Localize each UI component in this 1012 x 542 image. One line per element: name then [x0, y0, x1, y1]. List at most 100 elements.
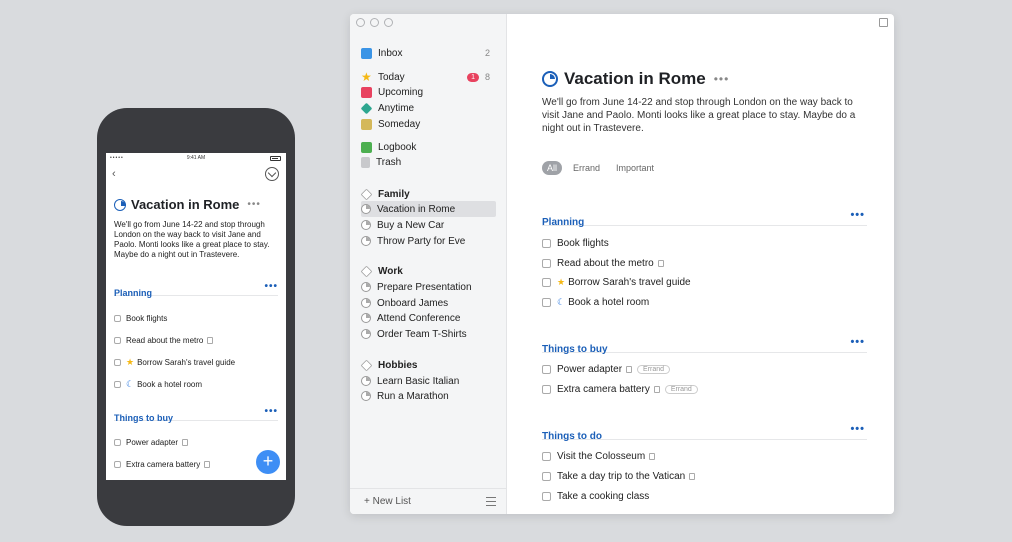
section-heading[interactable]: Planning [542, 217, 584, 228]
inbox-icon [361, 47, 372, 59]
new-list-button[interactable]: + New List [364, 496, 411, 507]
checkbox[interactable] [542, 259, 551, 268]
task-row[interactable]: Book flights [542, 238, 609, 249]
sidebar-project-order-team-t-shirts[interactable]: Order Team T-Shirts [361, 326, 496, 342]
checkbox[interactable] [114, 381, 121, 388]
sidebar-project-onboard-james[interactable]: Onboard James [361, 295, 496, 311]
note-icon [653, 386, 660, 393]
phone-task-row[interactable]: Read about the metro [114, 336, 214, 345]
back-chevron-icon[interactable]: ‹ [112, 168, 116, 180]
phone-task-row[interactable]: ★ Borrow Sarah's travel guide [114, 357, 235, 368]
checkbox[interactable] [542, 492, 551, 501]
settings-sliders-icon[interactable] [486, 497, 496, 506]
task-title: Borrow Sarah's travel guide [137, 358, 236, 367]
tag-filter-errand[interactable]: Errand [568, 161, 605, 175]
tag-filter-all[interactable]: All [542, 161, 563, 175]
checkbox[interactable] [542, 452, 551, 461]
add-task-button[interactable]: + [256, 450, 280, 474]
sidebar-item-upcoming[interactable]: Upcoming [361, 84, 496, 100]
sidebar-project-prepare-presentation[interactable]: Prepare Presentation [361, 279, 496, 295]
task-title: Read about the metro [126, 336, 204, 345]
checkbox[interactable] [542, 365, 551, 374]
phone-project-notes[interactable]: We'll go from June 14-22 and stop throug… [114, 220, 284, 260]
sidebar-project-attend-conference[interactable]: Attend Conference [361, 310, 496, 326]
section-heading[interactable]: Things to do [542, 431, 602, 442]
zoom-window-button[interactable] [384, 18, 393, 27]
task-title: Read about the metro [557, 258, 654, 269]
section-more-button[interactable]: ••• [264, 281, 278, 292]
checkbox[interactable] [114, 337, 121, 344]
project-label: Buy a New Car [377, 219, 445, 231]
sidebar-item-today[interactable]: ★ Today 1 8 [361, 69, 496, 85]
checkbox[interactable] [542, 472, 551, 481]
task-row[interactable]: ☾ Book a hotel room [542, 297, 649, 308]
checkbox[interactable] [114, 461, 121, 468]
sidebar-footer: + New List [350, 488, 506, 514]
phone-task-row[interactable]: Book flights [114, 314, 167, 323]
status-bar: ••••• 9:41 AM [106, 153, 286, 163]
task-row[interactable]: Power adapter Errand [542, 364, 671, 375]
sidebar-project-vacation-in-rome[interactable]: Vacation in Rome [361, 201, 496, 217]
sidebar-item-inbox[interactable]: Inbox 2 [361, 45, 496, 61]
duplicate-window-icon[interactable] [879, 18, 888, 27]
checkbox[interactable] [542, 278, 551, 287]
section-heading[interactable]: Things to buy [114, 413, 173, 423]
task-row[interactable]: Take a cooking class [542, 491, 649, 502]
phone-task-row[interactable]: Extra camera battery [114, 460, 211, 469]
area-cube-icon [360, 265, 373, 277]
phone-project-title[interactable]: Vacation in Rome [131, 197, 239, 212]
sidebar-project-learn-basic-italian[interactable]: Learn Basic Italian [361, 373, 496, 389]
phone-section-planning: Planning ••• [114, 281, 278, 298]
sidebar-item-trash[interactable]: Trash [361, 154, 496, 170]
sidebar-item-anytime[interactable]: Anytime [360, 100, 496, 116]
task-row[interactable]: Read about the metro [542, 258, 664, 269]
moon-icon: ☾ [557, 297, 566, 307]
sidebar-project-buy-a-new-car[interactable]: Buy a New Car [361, 217, 496, 233]
checkbox[interactable] [542, 385, 551, 394]
sidebar-item-logbook[interactable]: Logbook [361, 139, 496, 155]
sidebar-project-run-a-marathon[interactable]: Run a Marathon [361, 388, 496, 404]
sidebar-area-family[interactable]: Family [360, 186, 496, 202]
sidebar-area-hobbies[interactable]: Hobbies [360, 357, 496, 373]
more-chevron-icon[interactable] [265, 167, 279, 181]
section-more-button[interactable]: ••• [264, 406, 278, 417]
star-icon: ★ [126, 357, 135, 367]
project-title[interactable]: Vacation in Rome [564, 69, 706, 89]
phone-task-row[interactable]: ☾ Book a hotel room [114, 379, 202, 390]
task-tag-errand[interactable]: Errand [637, 365, 671, 374]
tag-filter-important[interactable]: Important [611, 161, 659, 175]
note-icon [626, 366, 633, 373]
checkbox[interactable] [542, 239, 551, 248]
project-notes[interactable]: We'll go from June 14-22 and stop throug… [542, 96, 862, 135]
task-title: Extra camera battery [557, 384, 650, 395]
section-heading[interactable]: Things to buy [542, 344, 608, 355]
sidebar-item-label: Someday [378, 118, 421, 130]
task-tag-errand[interactable]: Errand [664, 385, 698, 394]
phone-title-more-button[interactable]: ••• [247, 199, 261, 210]
section-more-button[interactable]: ••• [850, 209, 865, 221]
section-more-button[interactable]: ••• [850, 336, 865, 348]
battery-icon [270, 156, 281, 161]
task-title: Visit the Colosseum [557, 451, 646, 462]
project-more-button[interactable]: ••• [714, 72, 730, 86]
task-row[interactable]: Visit the Colosseum [542, 451, 656, 462]
checkbox[interactable] [114, 439, 121, 446]
section-more-button[interactable]: ••• [850, 423, 865, 435]
tag-filter-bar: All Errand Important [542, 161, 659, 175]
checkbox[interactable] [114, 359, 121, 366]
task-row[interactable]: ★ Borrow Sarah's travel guide [542, 277, 691, 288]
checkbox[interactable] [114, 315, 121, 322]
checkbox[interactable] [542, 298, 551, 307]
task-row[interactable]: Extra camera battery Errand [542, 384, 698, 395]
section-heading[interactable]: Planning [114, 288, 152, 298]
project-title-row: Vacation in Rome ••• [542, 69, 729, 89]
close-window-button[interactable] [356, 18, 365, 27]
phone-task-row[interactable]: Power adapter [114, 438, 189, 447]
sidebar-item-someday[interactable]: Someday [361, 116, 496, 132]
star-icon: ★ [361, 69, 372, 84]
area-cube-icon [360, 359, 373, 371]
task-row[interactable]: Take a day trip to the Vatican [542, 471, 696, 482]
minimize-window-button[interactable] [370, 18, 379, 27]
sidebar-area-work[interactable]: Work [360, 263, 496, 279]
sidebar-project-throw-party[interactable]: Throw Party for Eve [361, 233, 496, 249]
